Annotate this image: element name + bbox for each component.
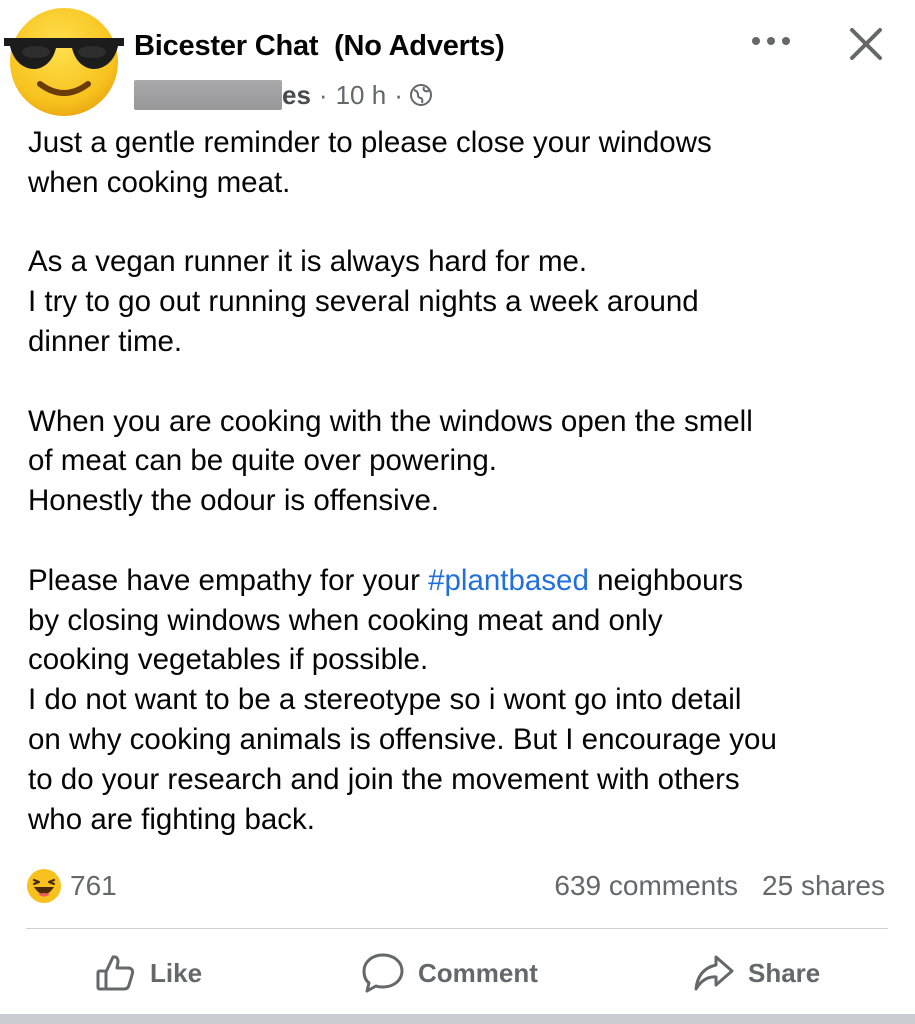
share-button[interactable]: Share — [692, 948, 820, 998]
body-line: on why cooking animals is offensive. But… — [28, 722, 777, 756]
reaction-summary[interactable]: 761 — [26, 866, 117, 906]
comment-bubble-icon — [362, 953, 404, 993]
post-meta: es · 10 h · — [134, 78, 433, 112]
body-line: cooking vegetables if possible. — [28, 643, 429, 677]
more-options-button[interactable] — [748, 26, 794, 56]
post-timestamp[interactable]: 10 h — [336, 80, 387, 111]
body-text-segment: neighbours — [588, 563, 744, 597]
reaction-count: 761 — [70, 870, 117, 901]
shares-count[interactable]: 25 shares — [762, 870, 885, 902]
share-arrow-icon — [694, 955, 734, 991]
body-line: Just a gentle reminder to please close y… — [28, 126, 712, 159]
engagement-counts: 639 comments 25 shares — [554, 866, 885, 906]
like-label: Like — [150, 957, 203, 988]
comment-button[interactable]: Comment — [360, 948, 538, 998]
redacted-author-name — [134, 80, 282, 110]
haha-emoji-icon — [27, 869, 61, 903]
globe-icon[interactable] — [409, 83, 433, 107]
hashtag-link[interactable]: #plantbased — [428, 564, 589, 597]
post-separator-bar — [0, 1014, 915, 1024]
like-button[interactable]: Like — [94, 948, 202, 998]
share-label: Share — [748, 957, 821, 988]
body-line: to do your research and join the movemen… — [28, 762, 740, 796]
more-dot — [782, 37, 790, 45]
facebook-post: Bicester Chat (No Adverts) es · 10 h · J… — [0, 0, 915, 1024]
body-line: When you are cooking with the windows op… — [28, 404, 753, 438]
body-text-segment: Please have empathy for your — [28, 563, 429, 597]
comment-label: Comment — [418, 957, 538, 988]
comments-count[interactable]: 639 comments — [554, 870, 738, 902]
sunglasses-emoji-icon[interactable] — [2, 2, 126, 118]
post-body: Just a gentle reminder to please close y… — [28, 123, 903, 839]
thumbs-up-icon — [96, 955, 135, 991]
body-line: when cooking meat. — [28, 165, 291, 199]
body-line: Please have empathy for your #plantbased… — [28, 561, 903, 601]
body-line: dinner time. — [28, 324, 183, 358]
group-title[interactable]: Bicester Chat (No Adverts) — [134, 30, 505, 63]
meta-separator: · — [394, 79, 403, 110]
body-line: of meat can be quite over powering. — [28, 444, 498, 478]
more-dot — [767, 37, 775, 45]
close-icon[interactable] — [846, 24, 886, 64]
more-horizontal-icon — [752, 37, 760, 45]
meta-separator: · — [318, 79, 328, 110]
divider — [26, 928, 888, 929]
body-line: who are fighting back. — [28, 802, 315, 836]
body-line: I do not want to be a stereotype so i wo… — [28, 683, 742, 717]
author-name-suffix[interactable]: es — [282, 80, 311, 111]
body-line: Honestly the odour is offensive. — [28, 484, 440, 518]
body-line: As a vegan runner it is always hard for … — [28, 245, 588, 279]
body-line: I try to go out running several nights a… — [28, 285, 699, 319]
body-line: by closing windows when cooking meat and… — [28, 603, 663, 637]
